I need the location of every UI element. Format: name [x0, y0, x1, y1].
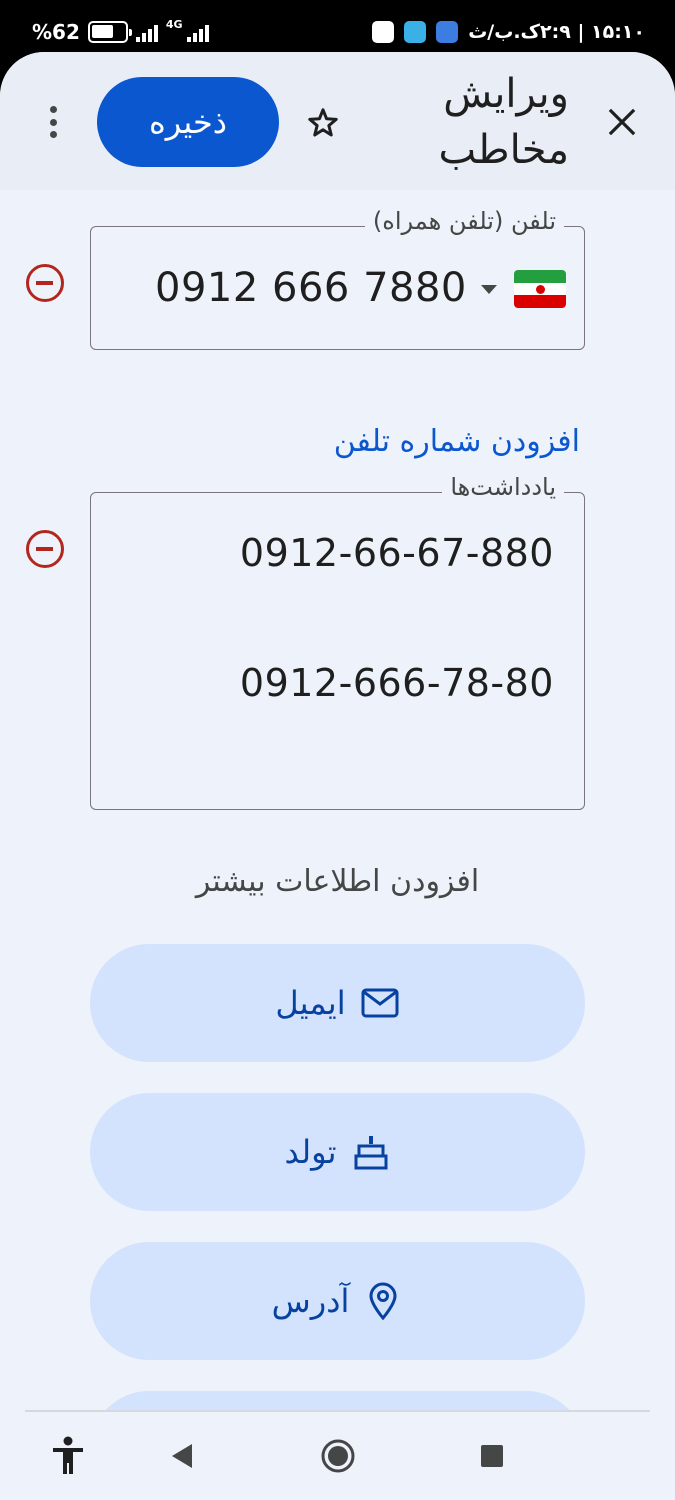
status-right: ۱۵:۱۰ | ۲:۹ک.ب/ث	[372, 18, 645, 46]
notification-icon	[404, 21, 427, 43]
status-left: %62 4G	[32, 18, 209, 46]
page-title: ویرایش مخاطب	[438, 71, 569, 173]
save-button[interactable]: ذخیره	[97, 77, 279, 167]
battery-icon	[87, 21, 132, 43]
edit-contact-screen: ویرایش مخاطب ذخیره تلفن (تلفن همراه) 091…	[0, 52, 675, 1500]
phone-number-value[interactable]: 0912 666 7880	[155, 265, 467, 311]
home-icon[interactable]	[314, 1432, 362, 1480]
iran-flag-icon[interactable]	[514, 270, 566, 308]
add-address-label: آدرس	[271, 1282, 350, 1320]
signal-icon	[135, 22, 158, 42]
chevron-down-icon[interactable]	[481, 285, 497, 294]
star-outline-icon[interactable]	[300, 100, 346, 146]
notes-field-label: یادداشت‌ها	[442, 473, 564, 501]
top-app-bar: ویرایش مخاطب ذخیره	[0, 52, 675, 190]
cake-icon	[351, 1132, 391, 1172]
close-icon[interactable]	[600, 100, 644, 144]
network-type: 4G	[165, 17, 183, 31]
add-address-button[interactable]: آدرس	[90, 1242, 585, 1360]
remove-phone-icon[interactable]	[26, 264, 64, 302]
more-info-heading: افزودن اطلاعات بیشتر	[195, 864, 480, 899]
notes-line[interactable]: 0912-666-78-80	[240, 661, 554, 705]
accessibility-icon[interactable]	[44, 1432, 92, 1480]
add-email-label: ایمیل	[275, 984, 346, 1022]
location-pin-icon	[363, 1281, 403, 1321]
add-email-button[interactable]: ایمیل	[90, 944, 585, 1062]
phone-field[interactable]: تلفن (تلفن همراه) 0912 666 7880	[90, 207, 585, 350]
add-birthday-label: تولد	[284, 1133, 337, 1171]
back-icon[interactable]	[158, 1432, 206, 1480]
mail-icon	[360, 983, 400, 1023]
battery-percent: %62	[32, 20, 80, 44]
nav-divider	[25, 1410, 650, 1412]
system-nav-bar	[0, 1410, 675, 1500]
recents-icon[interactable]	[468, 1432, 516, 1480]
notification-icon	[436, 21, 459, 43]
notes-line[interactable]: 0912-66-67-880	[240, 531, 554, 575]
add-phone-link[interactable]: افزودن شماره تلفن	[334, 424, 580, 459]
add-birthday-button[interactable]: تولد	[90, 1093, 585, 1211]
signal-icon-2	[186, 22, 209, 42]
notes-field[interactable]: یادداشت‌ها 0912-66-67-880 0912-666-78-80	[90, 473, 585, 810]
remove-notes-icon[interactable]	[26, 530, 64, 568]
status-time: ۱۵:۱۰ | ۲:۹ک.ب/ث	[468, 21, 645, 43]
notification-icon	[372, 21, 395, 43]
more-vert-icon[interactable]	[38, 102, 68, 142]
phone-field-label: تلفن (تلفن همراه)	[364, 207, 564, 235]
